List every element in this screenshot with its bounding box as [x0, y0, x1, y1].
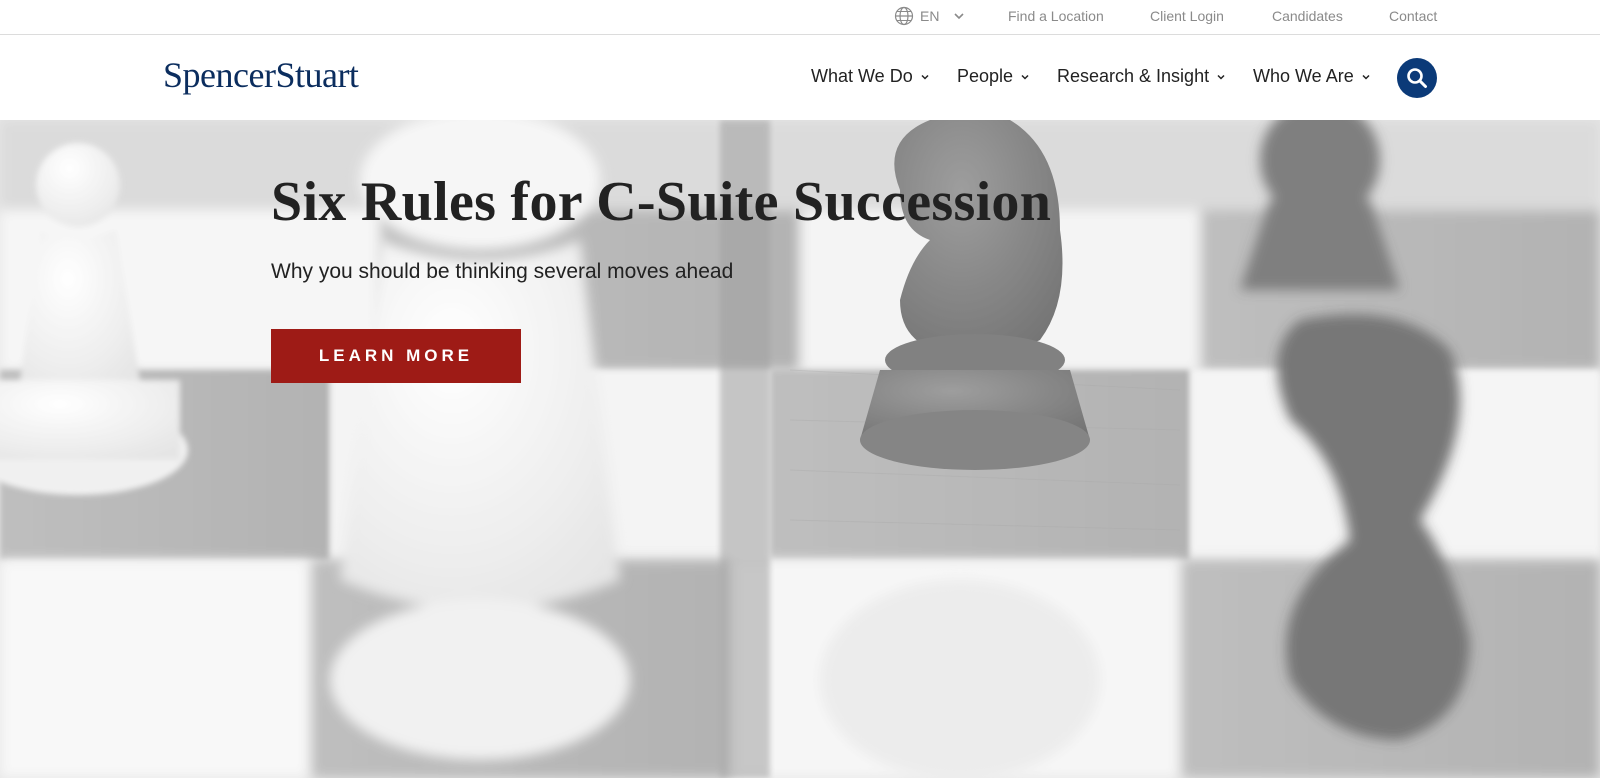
nav-label: Who We Are: [1253, 66, 1354, 86]
logo[interactable]: SpencerStuart: [163, 54, 359, 96]
find-location-link[interactable]: Find a Location: [1008, 8, 1104, 24]
learn-more-button[interactable]: LEARN MORE: [271, 329, 521, 383]
hero-banner: Six Rules for C-Suite Succession Why you…: [0, 120, 1600, 778]
nav-people[interactable]: People: [957, 66, 1030, 87]
candidates-link[interactable]: Candidates: [1272, 8, 1343, 24]
nav-research-insight[interactable]: Research & Insight: [1057, 66, 1226, 87]
search-button[interactable]: [1397, 58, 1437, 98]
nav-label: People: [957, 66, 1014, 86]
contact-link[interactable]: Contact: [1389, 8, 1437, 24]
language-label: EN: [920, 8, 940, 24]
nav-label: Research & Insight: [1057, 66, 1210, 86]
utility-bar: EN Find a Location Client Login Candidat…: [0, 0, 1600, 35]
nav-label: What We Do: [811, 66, 913, 86]
chevron-down-icon: [954, 13, 965, 20]
client-login-link[interactable]: Client Login: [1150, 8, 1224, 24]
main-header: SpencerStuart What We Do People Research…: [0, 36, 1600, 120]
nav-what-we-do[interactable]: What We Do: [811, 66, 930, 87]
search-icon: [1407, 68, 1427, 88]
chevron-down-icon: [921, 74, 929, 80]
hero-title: Six Rules for C-Suite Succession: [271, 171, 1052, 233]
chevron-down-icon: [1021, 74, 1029, 80]
chevron-down-icon: [1362, 74, 1370, 80]
language-selector[interactable]: EN: [894, 4, 965, 28]
globe-icon: [894, 6, 914, 26]
nav-who-we-are[interactable]: Who We Are: [1253, 66, 1371, 87]
chevron-down-icon: [1217, 74, 1225, 80]
hero-subtitle: Why you should be thinking several moves…: [271, 260, 734, 283]
